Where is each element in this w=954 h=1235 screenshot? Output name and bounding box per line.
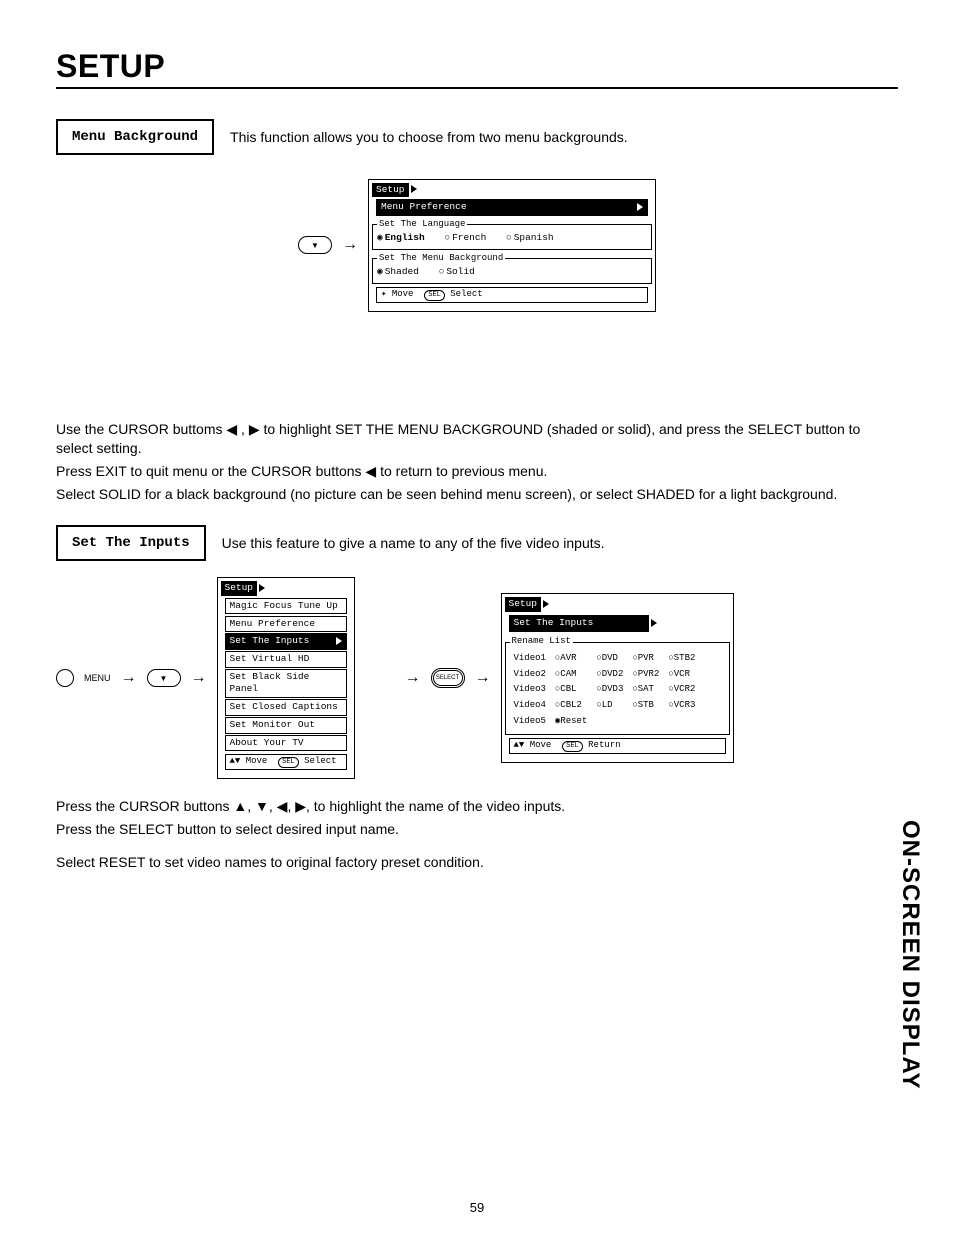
osd-menu-item[interactable]: Set Virtual HD <box>225 651 347 667</box>
rename-option[interactable]: ○DVD3 <box>594 683 628 697</box>
osd-menu-item[interactable]: About Your TV <box>225 735 347 751</box>
instruction-text: Press EXIT to quit menu or the CURSOR bu… <box>56 462 898 481</box>
instruction-text: Press the SELECT button to select desire… <box>56 820 898 839</box>
page-number: 59 <box>0 1200 954 1215</box>
rename-option[interactable]: ○PVR <box>630 652 664 666</box>
cursor-pad-icon: ▼ <box>147 669 181 687</box>
rename-option[interactable]: ○CBL2 <box>553 699 592 713</box>
osd-fieldset-rename: Rename List Video1○AVR○DVD○PVR○STB2Video… <box>505 636 730 735</box>
osd-menu-item[interactable]: Magic Focus Tune Up <box>225 598 347 614</box>
arrow-icon: → <box>405 669 421 687</box>
rename-row-label: Video4 <box>512 699 551 713</box>
chevron-right-icon <box>259 584 265 592</box>
instruction-text: Select RESET to set video names to origi… <box>56 853 898 872</box>
radio-spanish[interactable]: Spanish <box>506 232 554 244</box>
instruction-text: Press the CURSOR buttons ▲, ▼, ◀, ▶, to … <box>56 797 898 816</box>
osd-row-menu-preference: Menu Preference <box>376 199 648 215</box>
rename-row-label: Video2 <box>512 668 551 682</box>
osd-fieldset-background: Set The Menu Background Shaded Solid <box>372 253 652 284</box>
rename-option[interactable]: ○VCR2 <box>666 683 700 697</box>
osd-row-set-inputs: Set The Inputs <box>509 615 649 631</box>
cursor-pad-icon: ▼ <box>298 236 332 254</box>
instruction-text: Use the CURSOR buttoms ◀ , ▶ to highligh… <box>56 420 898 458</box>
osd-tab-setup: Setup <box>372 183 409 197</box>
osd-menu-item[interactable]: Menu Preference <box>225 616 347 632</box>
chevron-right-icon <box>637 203 643 211</box>
osd-legend-rename: Rename List <box>510 636 573 648</box>
section-label-menu-background: Menu Background <box>56 119 214 155</box>
side-tab: ON-SCREEN DISPLAY <box>896 820 924 1090</box>
chevron-right-icon <box>651 619 657 627</box>
osd-hint: ✦ Move SEL Select <box>376 287 648 303</box>
rename-option[interactable]: ○CAM <box>553 668 592 682</box>
rename-option[interactable]: ○DVD <box>594 652 628 666</box>
osd-fieldset-language: Set The Language English French Spanish <box>372 219 652 250</box>
rename-option[interactable]: ○VCR3 <box>666 699 700 713</box>
rename-option[interactable]: ○DVD2 <box>594 668 628 682</box>
arrow-icon: → <box>191 669 207 687</box>
chevron-right-icon <box>543 600 549 608</box>
osd-tab-setup: Setup <box>221 581 258 595</box>
rename-option[interactable]: ○AVR <box>553 652 592 666</box>
arrow-icon: → <box>475 669 491 687</box>
rename-option[interactable]: ○STB <box>630 699 664 713</box>
rename-option[interactable]: ○SAT <box>630 683 664 697</box>
osd-menu-preference: Setup Menu Preference Set The Language E… <box>368 179 656 312</box>
osd-legend-language: Set The Language <box>377 219 467 231</box>
rename-row-label: Video5 <box>512 715 551 729</box>
osd-hint: ▲▼ Move SEL Select <box>225 754 347 770</box>
rename-row-label: Video3 <box>512 683 551 697</box>
osd-menu-item[interactable]: Set Black Side Panel <box>225 669 347 698</box>
radio-solid[interactable]: Solid <box>439 266 475 278</box>
osd-rename-list: Setup Set The Inputs Rename List Video1○… <box>501 593 734 763</box>
rename-option[interactable]: ○PVR2 <box>630 668 664 682</box>
osd-tab-setup: Setup <box>505 597 542 611</box>
radio-english[interactable]: English <box>377 232 425 244</box>
rename-option[interactable]: ◉Reset <box>553 715 592 729</box>
section-label-set-inputs: Set The Inputs <box>56 525 206 561</box>
section-desc-menu-background: This function allows you to choose from … <box>230 129 628 145</box>
select-button-icon: SELECT <box>431 668 465 688</box>
arrow-icon: → <box>342 236 358 254</box>
osd-row-label: Menu Preference <box>381 201 467 212</box>
rename-option[interactable]: ○CBL <box>553 683 592 697</box>
osd-menu-item[interactable]: Set Closed Captions <box>225 699 347 715</box>
chevron-right-icon <box>336 637 342 645</box>
rename-table: Video1○AVR○DVD○PVR○STB2 Video2○CAM○DVD2○P… <box>510 650 703 730</box>
osd-setup-menu: Setup Magic Focus Tune Up Menu Preference… <box>217 577 355 779</box>
arrow-icon: → <box>121 669 137 687</box>
section-desc-set-inputs: Use this feature to give a name to any o… <box>222 535 605 551</box>
rename-option[interactable]: ○VCR <box>666 668 700 682</box>
osd-menu-item[interactable]: Set Monitor Out <box>225 717 347 733</box>
menu-button-label: MENU <box>84 673 111 683</box>
radio-shaded[interactable]: Shaded <box>377 266 419 278</box>
page-title: SETUP <box>56 48 898 89</box>
rename-row-label: Video1 <box>512 652 551 666</box>
menu-button-icon <box>56 669 74 687</box>
chevron-right-icon <box>411 185 417 193</box>
osd-hint: ▲▼ Move SEL Return <box>509 738 726 754</box>
rename-option[interactable]: ○LD <box>594 699 628 713</box>
osd-menu-item[interactable]: Set The Inputs <box>225 633 347 649</box>
instruction-text: Select SOLID for a black background (no … <box>56 485 898 504</box>
radio-french[interactable]: French <box>444 232 486 244</box>
rename-option[interactable]: ○STB2 <box>666 652 700 666</box>
osd-legend-background: Set The Menu Background <box>377 253 505 265</box>
